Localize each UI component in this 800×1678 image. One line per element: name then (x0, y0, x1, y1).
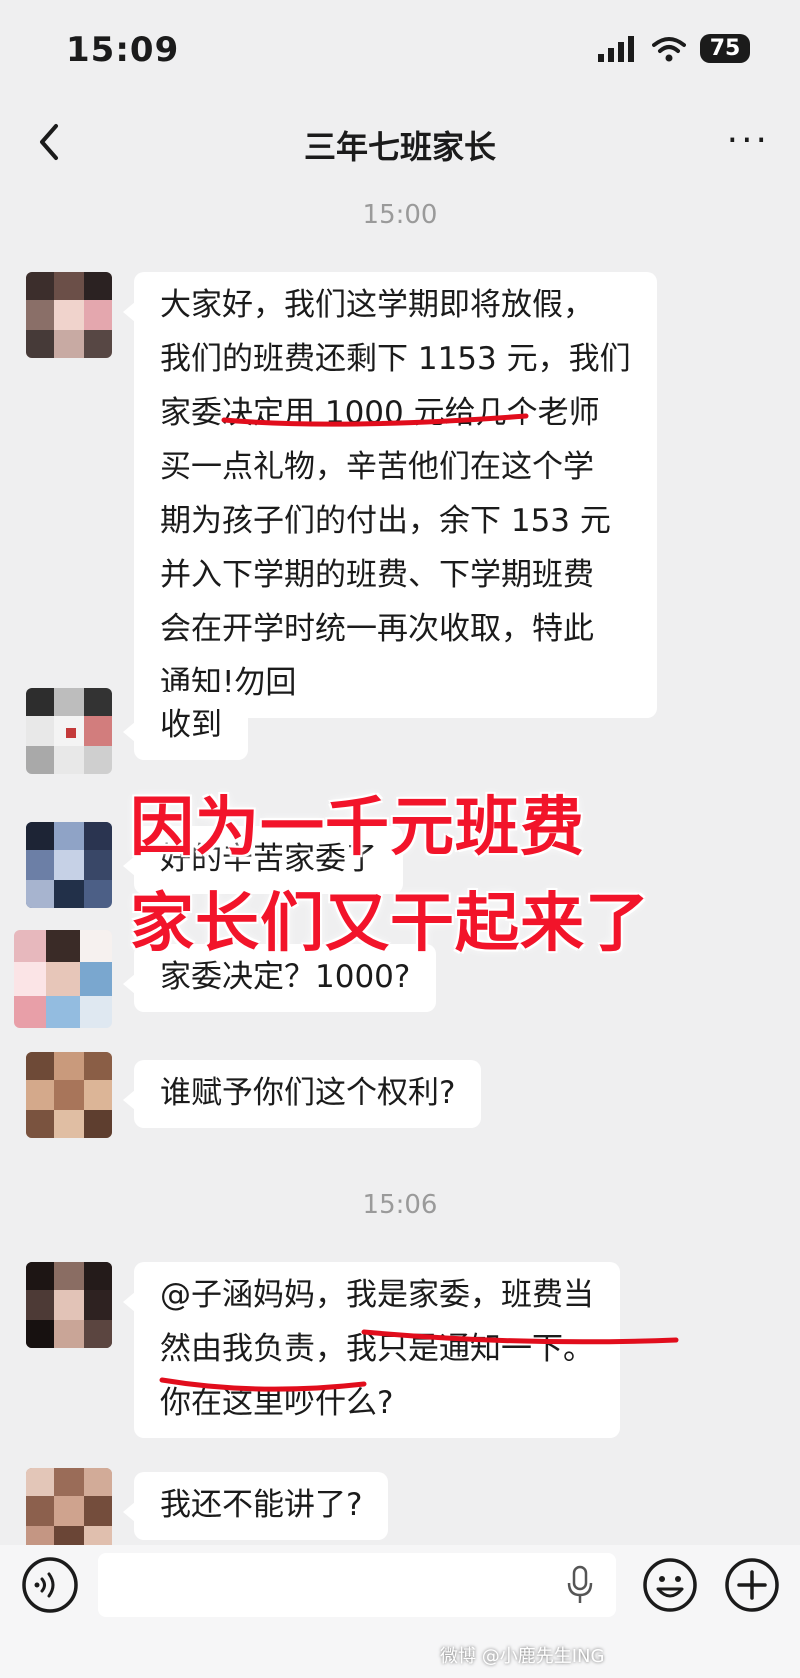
avatar[interactable] (26, 272, 112, 358)
avatar[interactable] (26, 1468, 112, 1554)
message-line: 并入下学期的班费、下学期班费 (160, 557, 594, 593)
chat-header: 三年七班家长 ··· (0, 100, 800, 184)
message-bubble[interactable]: 大家好，我们这学期即将放假， 我们的班费还剩下 1153 元，我们 家委决定用 … (123, 272, 657, 718)
message-line: @子涵妈妈，我是家委，班费当 (160, 1277, 594, 1313)
overlay-line: 因为一千元班费 (130, 791, 585, 865)
message-bubble[interactable]: 谁赋予你们这个权利? (122, 1060, 482, 1128)
message-line: 期为孩子们的付出，余下 153 元 (160, 503, 611, 539)
status-time: 15:09 (66, 30, 180, 70)
message-bubble[interactable]: 收到 (123, 692, 248, 760)
chat-timestamp: 15:06 (362, 1190, 438, 1220)
message-line: 收到 (160, 707, 222, 743)
message-line: 家委决定用 1000 元给几个老师 (160, 395, 600, 431)
avatar[interactable] (14, 930, 112, 1028)
microphone-icon[interactable] (566, 1565, 594, 1605)
status-icons: 75 (598, 34, 750, 63)
message-line: 会在开学时统一再次收取，特此 (160, 611, 594, 647)
battery-icon: 75 (700, 34, 750, 63)
message-line: 你在这里吵什么? (160, 1385, 394, 1421)
message-line: 我们的班费还剩下 1153 元，我们 (160, 341, 631, 377)
message-input[interactable] (98, 1553, 616, 1617)
wifi-icon (652, 36, 686, 61)
message-line: 我还不能讲了? (160, 1487, 363, 1523)
message-bubble[interactable]: @子涵妈妈，我是家委，班费当 然由我负责，我只是通知一下。 你在这里吵什么? (123, 1262, 620, 1438)
emoji-icon[interactable] (642, 1557, 698, 1613)
chat-title: 三年七班家长 (303, 128, 496, 166)
message-bubble[interactable]: 我还不能讲了? (122, 1472, 389, 1540)
message-line: 大家好，我们这学期即将放假， (160, 287, 594, 323)
message-line: 谁赋予你们这个权利? (160, 1075, 456, 1111)
watermark: 微博 @小鹿先生ING (440, 1646, 605, 1667)
chat-timestamp: 15:00 (362, 200, 438, 230)
message-line: 买一点礼物，辛苦他们在这个学 (160, 449, 594, 485)
add-attachment-icon[interactable] (724, 1557, 780, 1613)
overlay-caption: 因为一千元班费 家长们又干起来了 (130, 780, 650, 972)
overlay-line: 家长们又干起来了 (130, 887, 650, 961)
voice-mode-icon[interactable] (20, 1555, 80, 1615)
message-line: 然由我负责，我只是通知一下。 (160, 1331, 594, 1367)
avatar[interactable] (26, 688, 112, 774)
avatar[interactable] (26, 1052, 112, 1138)
signal-icon (598, 35, 634, 62)
more-options-icon[interactable]: ··· (727, 123, 770, 159)
avatar[interactable] (26, 822, 112, 908)
status-bar: 15:09 75 (0, 0, 800, 100)
avatar[interactable] (26, 1262, 112, 1348)
